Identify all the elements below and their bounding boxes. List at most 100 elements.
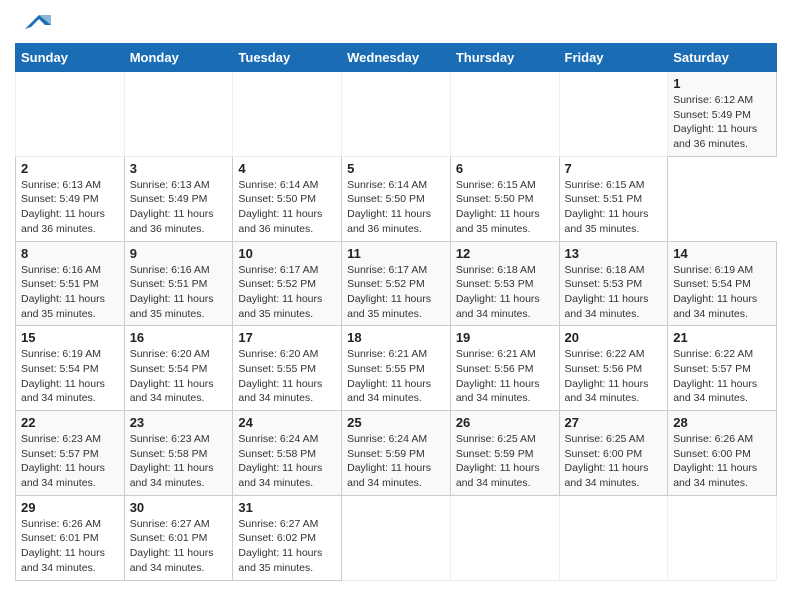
day-number: 24 (238, 415, 336, 430)
day-number: 26 (456, 415, 554, 430)
calendar-day-9: 9 Sunrise: 6:16 AMSunset: 5:51 PMDaylight… (124, 241, 233, 326)
calendar-day-4: 4 Sunrise: 6:14 AMSunset: 5:50 PMDaylight… (233, 156, 342, 241)
calendar-day-29: 29 Sunrise: 6:26 AMSunset: 6:01 PMDayligh… (16, 495, 125, 580)
day-info: Sunrise: 6:26 AMSunset: 6:01 PMDaylight:… (21, 517, 119, 576)
day-number: 20 (565, 330, 663, 345)
calendar-day-13: 13 Sunrise: 6:18 AMSunset: 5:53 PMDayligh… (559, 241, 668, 326)
empty-cell (233, 72, 342, 157)
day-info: Sunrise: 6:25 AMSunset: 6:00 PMDaylight:… (565, 432, 663, 491)
day-info: Sunrise: 6:21 AMSunset: 5:55 PMDaylight:… (347, 347, 445, 406)
calendar-table: SundayMondayTuesdayWednesdayThursdayFrid… (15, 43, 777, 581)
day-number: 7 (565, 161, 663, 176)
calendar-day-10: 10 Sunrise: 6:17 AMSunset: 5:52 PMDayligh… (233, 241, 342, 326)
calendar-day-28: 28Sunrise: 6:26 AMSunset: 6:00 PMDayligh… (668, 411, 777, 496)
calendar-week-4: 15 Sunrise: 6:19 AMSunset: 5:54 PMDayligh… (16, 326, 777, 411)
day-info: Sunrise: 6:14 AMSunset: 5:50 PMDaylight:… (238, 178, 336, 237)
calendar-day-27: 27 Sunrise: 6:25 AMSunset: 6:00 PMDayligh… (559, 411, 668, 496)
empty-cell (450, 72, 559, 157)
day-number: 10 (238, 246, 336, 261)
calendar-day-3: 3 Sunrise: 6:13 AMSunset: 5:49 PMDaylight… (124, 156, 233, 241)
empty-cell (450, 495, 559, 580)
calendar-header: SundayMondayTuesdayWednesdayThursdayFrid… (16, 44, 777, 72)
day-info: Sunrise: 6:13 AMSunset: 5:49 PMDaylight:… (21, 178, 119, 237)
day-number: 5 (347, 161, 445, 176)
day-number: 27 (565, 415, 663, 430)
day-number: 15 (21, 330, 119, 345)
day-number: 12 (456, 246, 554, 261)
calendar-day-26: 26Sunrise: 6:25 AMSunset: 5:59 PMDayligh… (450, 411, 559, 496)
logo (15, 15, 51, 33)
page-header (15, 15, 777, 33)
header-tuesday: Tuesday (233, 44, 342, 72)
day-info: Sunrise: 6:15 AMSunset: 5:51 PMDaylight:… (565, 178, 663, 237)
day-info: Sunrise: 6:26 AMSunset: 6:00 PMDaylight:… (673, 432, 771, 491)
header-row: SundayMondayTuesdayWednesdayThursdayFrid… (16, 44, 777, 72)
calendar-day-20: 20Sunrise: 6:22 AMSunset: 5:56 PMDayligh… (559, 326, 668, 411)
calendar-day-1: 1Sunrise: 6:12 AMSunset: 5:49 PMDaylight… (668, 72, 777, 157)
day-number: 3 (130, 161, 228, 176)
calendar-week-1: 1Sunrise: 6:12 AMSunset: 5:49 PMDaylight… (16, 72, 777, 157)
calendar-day-22: 22 Sunrise: 6:23 AMSunset: 5:57 PMDayligh… (16, 411, 125, 496)
day-info: Sunrise: 6:22 AMSunset: 5:57 PMDaylight:… (673, 347, 771, 406)
day-number: 23 (130, 415, 228, 430)
day-info: Sunrise: 6:24 AMSunset: 5:58 PMDaylight:… (238, 432, 336, 491)
logo-icon (17, 11, 51, 33)
calendar-day-7: 7 Sunrise: 6:15 AMSunset: 5:51 PMDaylight… (559, 156, 668, 241)
day-number: 22 (21, 415, 119, 430)
day-number: 9 (130, 246, 228, 261)
day-info: Sunrise: 6:24 AMSunset: 5:59 PMDaylight:… (347, 432, 445, 491)
day-number: 16 (130, 330, 228, 345)
day-number: 11 (347, 246, 445, 261)
header-wednesday: Wednesday (342, 44, 451, 72)
day-info: Sunrise: 6:20 AMSunset: 5:54 PMDaylight:… (130, 347, 228, 406)
empty-cell (559, 72, 668, 157)
calendar-week-5: 22 Sunrise: 6:23 AMSunset: 5:57 PMDayligh… (16, 411, 777, 496)
day-number: 8 (21, 246, 119, 261)
calendar-day-8: 8 Sunrise: 6:16 AMSunset: 5:51 PMDaylight… (16, 241, 125, 326)
calendar-day-18: 18 Sunrise: 6:21 AMSunset: 5:55 PMDayligh… (342, 326, 451, 411)
calendar-day-31: 31 Sunrise: 6:27 AMSunset: 6:02 PMDayligh… (233, 495, 342, 580)
header-friday: Friday (559, 44, 668, 72)
calendar-day-23: 23 Sunrise: 6:23 AMSunset: 5:58 PMDayligh… (124, 411, 233, 496)
day-info: Sunrise: 6:15 AMSunset: 5:50 PMDaylight:… (456, 178, 554, 237)
day-number: 25 (347, 415, 445, 430)
day-info: Sunrise: 6:18 AMSunset: 5:53 PMDaylight:… (565, 263, 663, 322)
empty-cell (342, 72, 451, 157)
day-info: Sunrise: 6:19 AMSunset: 5:54 PMDaylight:… (673, 263, 771, 322)
calendar-day-14: 14Sunrise: 6:19 AMSunset: 5:54 PMDayligh… (668, 241, 777, 326)
day-info: Sunrise: 6:14 AMSunset: 5:50 PMDaylight:… (347, 178, 445, 237)
day-info: Sunrise: 6:27 AMSunset: 6:02 PMDaylight:… (238, 517, 336, 576)
day-number: 13 (565, 246, 663, 261)
day-info: Sunrise: 6:19 AMSunset: 5:54 PMDaylight:… (21, 347, 119, 406)
day-info: Sunrise: 6:21 AMSunset: 5:56 PMDaylight:… (456, 347, 554, 406)
day-info: Sunrise: 6:16 AMSunset: 5:51 PMDaylight:… (21, 263, 119, 322)
empty-cell (559, 495, 668, 580)
day-number: 29 (21, 500, 119, 515)
calendar-day-30: 30 Sunrise: 6:27 AMSunset: 6:01 PMDayligh… (124, 495, 233, 580)
day-number: 19 (456, 330, 554, 345)
day-info: Sunrise: 6:20 AMSunset: 5:55 PMDaylight:… (238, 347, 336, 406)
empty-cell (124, 72, 233, 157)
day-number: 6 (456, 161, 554, 176)
calendar-week-3: 8 Sunrise: 6:16 AMSunset: 5:51 PMDaylight… (16, 241, 777, 326)
day-number: 18 (347, 330, 445, 345)
day-number: 31 (238, 500, 336, 515)
header-monday: Monday (124, 44, 233, 72)
calendar-week-6: 29 Sunrise: 6:26 AMSunset: 6:01 PMDayligh… (16, 495, 777, 580)
day-info: Sunrise: 6:27 AMSunset: 6:01 PMDaylight:… (130, 517, 228, 576)
day-number: 30 (130, 500, 228, 515)
calendar-day-2: 2 Sunrise: 6:13 AMSunset: 5:49 PMDaylight… (16, 156, 125, 241)
empty-cell (16, 72, 125, 157)
calendar-day-6: 6 Sunrise: 6:15 AMSunset: 5:50 PMDaylight… (450, 156, 559, 241)
day-number: 2 (21, 161, 119, 176)
day-info: Sunrise: 6:16 AMSunset: 5:51 PMDaylight:… (130, 263, 228, 322)
empty-cell (668, 495, 777, 580)
day-info: Sunrise: 6:23 AMSunset: 5:57 PMDaylight:… (21, 432, 119, 491)
day-info: Sunrise: 6:17 AMSunset: 5:52 PMDaylight:… (238, 263, 336, 322)
day-info: Sunrise: 6:13 AMSunset: 5:49 PMDaylight:… (130, 178, 228, 237)
day-number: 4 (238, 161, 336, 176)
header-saturday: Saturday (668, 44, 777, 72)
calendar-day-17: 17Sunrise: 6:20 AMSunset: 5:55 PMDayligh… (233, 326, 342, 411)
day-info: Sunrise: 6:23 AMSunset: 5:58 PMDaylight:… (130, 432, 228, 491)
day-info: Sunrise: 6:12 AMSunset: 5:49 PMDaylight:… (673, 93, 771, 152)
